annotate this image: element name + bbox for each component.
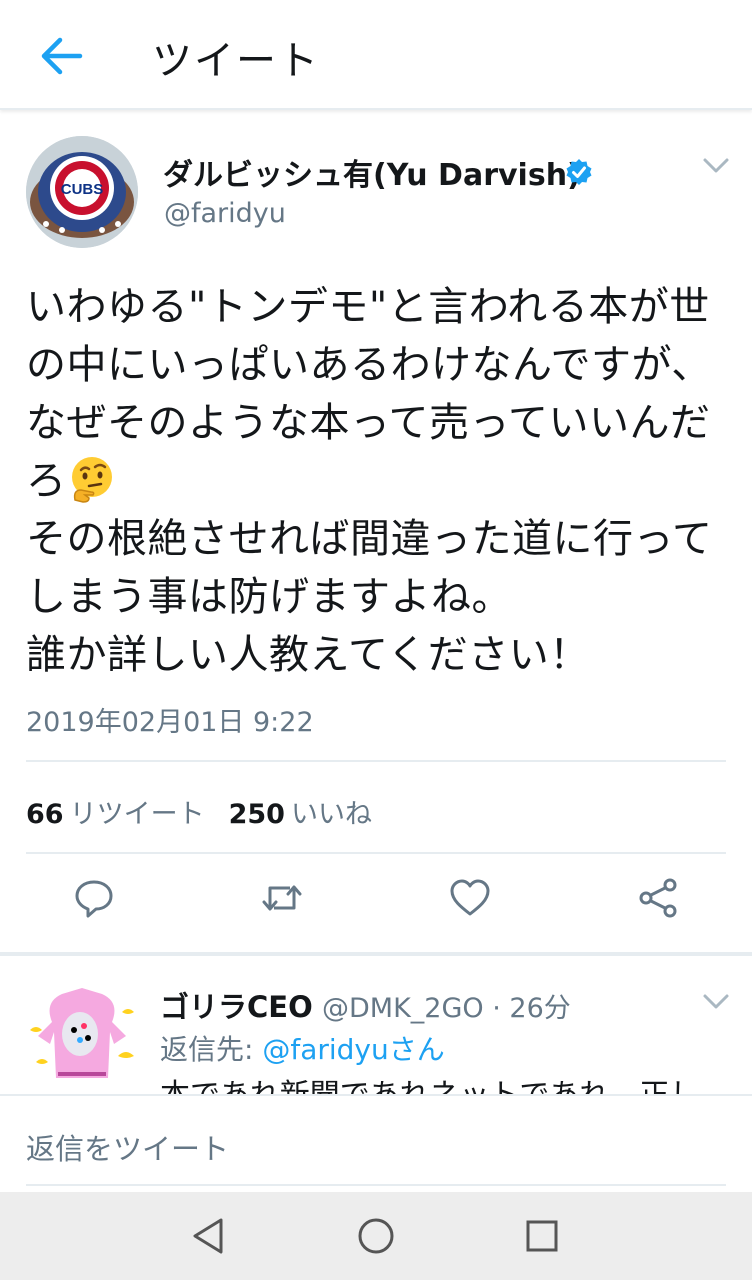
reply-tweet[interactable]: ゴリラCEO @DMK_2GO · 26分 返信先: @faridyuさん 本で… — [0, 956, 752, 1094]
share-icon — [639, 878, 677, 918]
reply-to-mention[interactable]: @faridyuさん — [262, 1033, 444, 1066]
reply-avatar[interactable] — [22, 982, 142, 1090]
verified-badge-icon — [566, 159, 592, 185]
reply-input[interactable]: 返信をツイート — [26, 1126, 229, 1168]
avatar-logo-text: CUBS — [61, 181, 104, 198]
like-count: 250 — [228, 799, 285, 830]
nav-home-button[interactable] — [354, 1214, 398, 1258]
like-button[interactable] — [448, 876, 492, 920]
share-button[interactable] — [636, 876, 680, 920]
tweet-timestamp: 2019年02月01日 9:22 — [26, 707, 314, 738]
retweet-stat[interactable]: 66 リツイート — [26, 799, 205, 830]
reply-to-prefix: 返信先: — [160, 1033, 263, 1066]
retweet-icon — [262, 885, 302, 911]
page-title: ツイート — [152, 38, 320, 84]
reply-handle-time: @DMK_2GO · 26分 — [322, 993, 571, 1024]
back-arrow-icon — [41, 37, 83, 75]
nav-recents-icon — [526, 1220, 558, 1252]
back-button[interactable] — [36, 30, 88, 82]
retweet-button[interactable] — [260, 876, 304, 920]
nav-recents-button[interactable] — [520, 1214, 564, 1258]
reply-to-line: 返信先: @faridyuさん — [160, 1028, 445, 1068]
nav-home-icon — [358, 1218, 394, 1254]
tweet-text: いわゆる"トンデモ"と言われる本が世の中にいっぱいあるわけなんですが、なぜそのよ… — [26, 278, 736, 684]
nav-back-button[interactable] — [186, 1214, 230, 1258]
reply-button[interactable] — [72, 876, 116, 920]
top-app-bar: ツイート — [0, 0, 752, 110]
like-stat[interactable]: 250 いいね — [229, 799, 372, 830]
like-icon — [450, 879, 490, 916]
retweet-count: 66 — [26, 799, 64, 830]
thinking-face-emoji — [71, 457, 112, 503]
display-name[interactable]: ダルビッシュ有(Yu Darvish) — [163, 150, 581, 194]
avatar[interactable]: CUBS — [26, 136, 138, 248]
reply-display-name[interactable]: ゴリラCEO — [160, 984, 313, 1026]
chevron-down-icon[interactable] — [702, 156, 730, 176]
divider — [26, 760, 726, 762]
reply-icon — [75, 880, 113, 918]
tweet-text-part-2: その根絶させれば間違った道に行ってしまう事は防げますよね。 誰か詳しい人教えてく… — [26, 516, 713, 678]
like-label: いいね — [290, 799, 372, 830]
chevron-down-icon[interactable] — [702, 992, 730, 1012]
reply-composer[interactable]: 返信をツイート — [0, 1094, 752, 1192]
input-underline — [26, 1184, 726, 1186]
nav-back-icon — [193, 1218, 223, 1254]
retweet-label: リツイート — [69, 799, 205, 830]
divider — [26, 852, 726, 854]
engagement-stats: 66 リツイート 250 いいね — [26, 792, 372, 831]
tweet-text-part-1: いわゆる"トンデモ"と言われる本が世の中にいっぱいあるわけなんですが、なぜそのよ… — [26, 284, 712, 504]
reply-text: 本であれ新聞であれネットであれ、正し — [160, 1070, 699, 1094]
system-nav-bar — [0, 1192, 752, 1280]
user-handle[interactable]: @faridyu — [164, 198, 286, 229]
